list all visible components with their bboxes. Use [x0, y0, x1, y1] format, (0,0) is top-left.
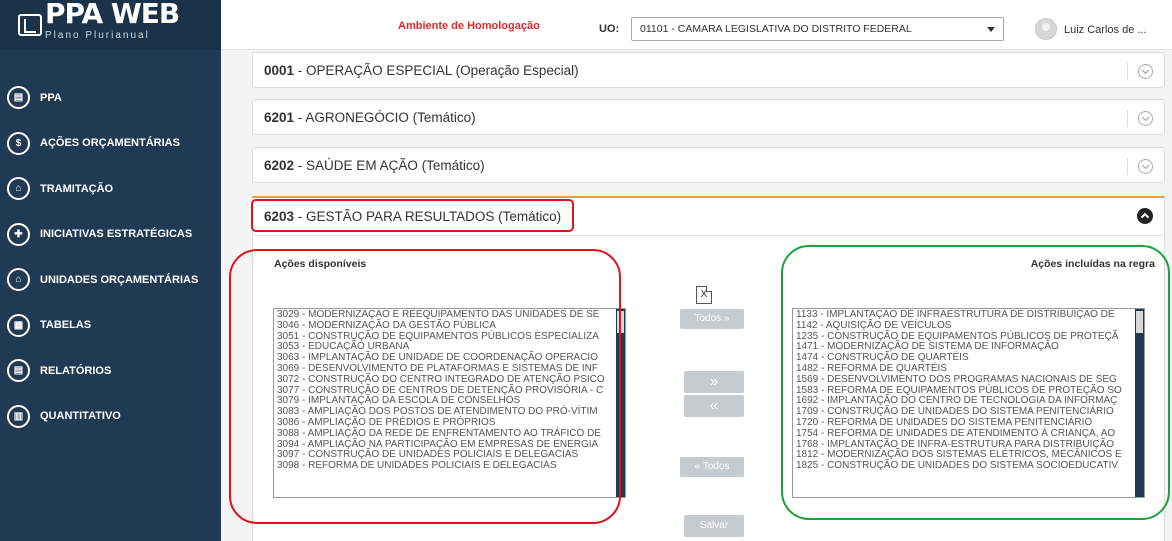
sidebar-item-label: AÇÕES ORÇAMENTÁRIAS — [40, 137, 180, 150]
move-right-button[interactable]: » — [684, 371, 744, 393]
sidebar-item-label: TABELAS — [40, 319, 92, 332]
program-title: 6201 - AGRONEGÓCIO (Temático) — [264, 109, 476, 125]
sidebar-item-quantitativo[interactable]: ▥ QUANTITATIVO — [0, 394, 221, 440]
sidebar-item-label: PPA — [40, 91, 62, 104]
program-panel-0001[interactable]: 0001 - OPERAÇÃO ESPECIAL (Operação Espec… — [252, 52, 1165, 88]
sidebar-item-unidades[interactable]: ⌂ UNIDADES ORÇAMENTÁRIAS — [0, 257, 221, 303]
chevron-down-icon[interactable] — [1138, 64, 1153, 79]
sidebar-item-label: RELATÓRIOS — [40, 364, 112, 377]
sidebar-nav: ▤ PPA $ AÇÕES ORÇAMENTÁRIAS ⌂ TRAMITAÇÃO ✚ I… — [0, 75, 221, 439]
sidebar-item-label: TRAMITAÇÃO — [40, 182, 114, 195]
chevron-down-icon[interactable] — [1138, 111, 1153, 126]
inbox-icon: ⌂ — [7, 177, 30, 201]
program-panel-6202[interactable]: 6202 - SAÚDE EM AÇÃO (Temático) — [252, 147, 1165, 183]
program-title: 6202 - SAÚDE EM AÇÃO (Temático) — [264, 157, 485, 173]
sidebar: PPA WEB Plano Plurianual ▤ PPA $ AÇÕES ORÇ… — [0, 0, 221, 541]
book-icon: ▤ — [7, 86, 30, 110]
uo-label: UO: — [599, 23, 620, 35]
sidebar-item-ppa[interactable]: ▤ PPA — [0, 75, 221, 121]
uo-select[interactable]: 01101 - CAMARA LEGISLATIVA DO DISTRITO F… — [631, 17, 1004, 41]
sidebar-item-tramitacao[interactable]: ⌂ TRAMITAÇÃO — [0, 166, 221, 212]
chevron-up-icon[interactable] — [1137, 208, 1153, 224]
bar-chart-icon: ▥ — [7, 404, 30, 428]
sidebar-item-iniciativas[interactable]: ✚ INICIATIVAS ESTRATÉGICAS — [0, 212, 221, 258]
excel-export-icon[interactable]: X — [696, 286, 712, 304]
sidebar-item-relatorios[interactable]: ▤ RELATÓRIOS — [0, 348, 221, 394]
bank-icon: ⌂ — [7, 268, 30, 292]
highlight-included-actions — [781, 245, 1170, 520]
ppa-logo-icon — [18, 14, 42, 36]
save-button[interactable]: Salvar — [684, 515, 744, 537]
chevron-down-icon[interactable] — [1138, 159, 1153, 174]
program-panel-6201[interactable]: 6201 - AGRONEGÓCIO (Temático) — [252, 99, 1165, 135]
move-all-left-button[interactable]: « Todos — [680, 457, 744, 477]
uo-selected-value: 01101 - CAMARA LEGISLATIVA DO DISTRITO F… — [640, 23, 912, 35]
document-icon: ▤ — [7, 359, 30, 383]
chevron-down-icon — [987, 27, 995, 32]
program-title: 0001 - OPERAÇÃO ESPECIAL (Operação Espec… — [264, 62, 579, 78]
dollar-icon: $ — [7, 131, 30, 155]
avatar[interactable] — [1035, 18, 1057, 40]
puzzle-icon: ✚ — [7, 222, 30, 246]
move-all-right-button[interactable]: Todos » — [680, 309, 744, 329]
highlight-program-title — [251, 199, 574, 232]
sidebar-item-label: INICIATIVAS ESTRATÉGICAS — [40, 228, 193, 241]
main-content: 0001 - OPERAÇÃO ESPECIAL (Operação Espec… — [221, 50, 1172, 541]
table-icon: ▦ — [7, 313, 30, 337]
move-left-button[interactable]: « — [684, 395, 744, 417]
environment-label: Ambiente de Homologação — [398, 20, 540, 32]
sidebar-item-tabelas[interactable]: ▦ TABELAS — [0, 303, 221, 349]
app-logo[interactable]: PPA WEB Plano Plurianual — [0, 0, 221, 50]
sidebar-item-label: UNIDADES ORÇAMENTÁRIAS — [40, 273, 199, 286]
sidebar-item-acoes-orcamentarias[interactable]: $ AÇÕES ORÇAMENTÁRIAS — [0, 121, 221, 167]
top-bar: Ambiente de Homologação UO: 01101 - CAMA… — [221, 0, 1172, 50]
highlight-available-actions — [229, 249, 621, 524]
user-name[interactable]: Luiz Carlos de ... — [1064, 24, 1147, 36]
sidebar-item-label: QUANTITATIVO — [40, 410, 121, 423]
